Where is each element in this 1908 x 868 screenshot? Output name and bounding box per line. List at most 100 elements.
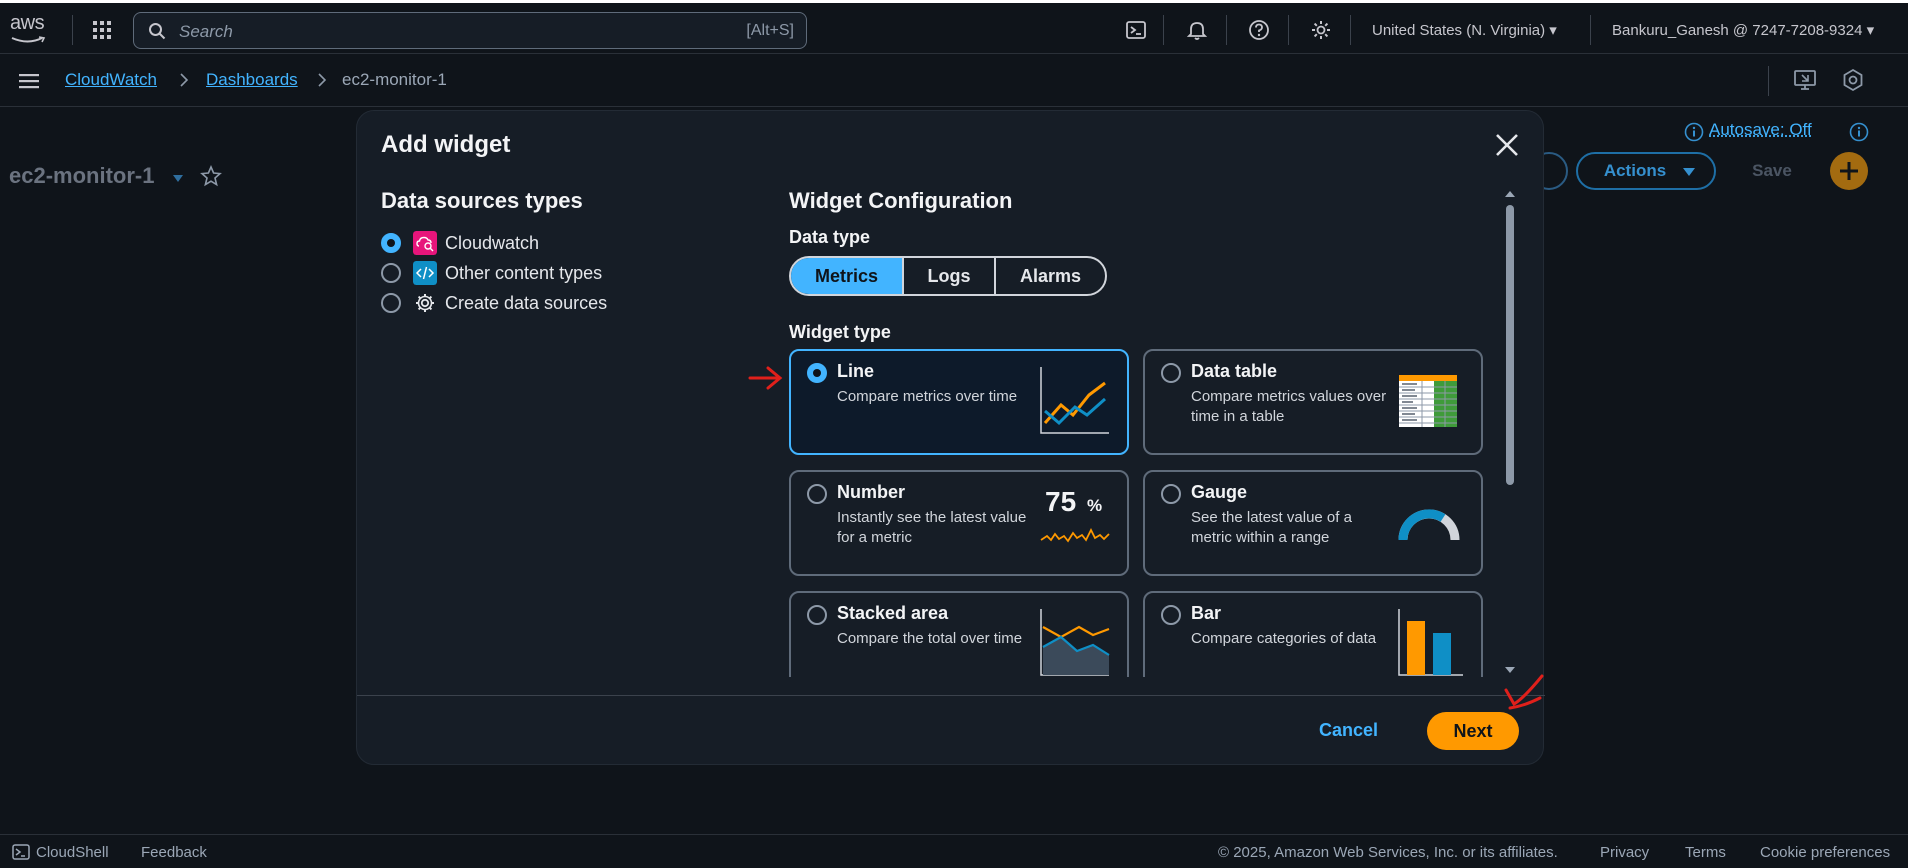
data-sources-title: Data sources types [381, 188, 583, 213]
chevron-right-icon [318, 73, 327, 87]
scrollbar[interactable] [1503, 187, 1517, 677]
divider [1226, 15, 1227, 45]
stacked-area-icon [1040, 609, 1110, 676]
widget-type-label: Widget type [789, 322, 891, 342]
add-widget-button[interactable] [1830, 152, 1868, 190]
region-selector[interactable]: United States (N. Virginia) ▾ [1372, 21, 1557, 39]
source-label: Cloudwatch [445, 232, 540, 253]
next-button[interactable]: Next [1427, 712, 1519, 750]
radio[interactable] [1161, 605, 1181, 625]
radio[interactable] [807, 484, 827, 504]
widget-card-number[interactable]: Number Instantly see the latest value fo… [789, 470, 1129, 576]
autosave-toggle[interactable]: Autosave: Off [1709, 120, 1812, 140]
segment-logs[interactable]: Logs [904, 258, 996, 294]
radio-selected[interactable] [807, 363, 827, 383]
data-type-segmented-control: Metrics Logs Alarms [789, 256, 1107, 296]
settings-hex-icon[interactable] [1841, 68, 1865, 92]
radio[interactable] [381, 263, 401, 283]
apps-grid-icon[interactable] [92, 20, 112, 40]
info-icon [1684, 122, 1704, 142]
feedback-link[interactable]: Feedback [141, 844, 207, 861]
modal-title: Add widget [381, 131, 511, 158]
help-icon[interactable] [1248, 19, 1270, 41]
divider [1163, 15, 1164, 45]
divider [1288, 15, 1289, 45]
cancel-button[interactable]: Cancel [1319, 720, 1378, 741]
aws-smile-icon [11, 36, 46, 43]
cloudshell-icon[interactable] [1125, 19, 1147, 41]
breadcrumb-dashboards[interactable]: Dashboards [206, 70, 298, 90]
source-option-other[interactable]: Other content types [381, 260, 602, 286]
segment-alarms[interactable]: Alarms [996, 258, 1105, 294]
radio[interactable] [381, 293, 401, 313]
close-icon[interactable] [1493, 131, 1521, 159]
menu-icon[interactable] [18, 71, 40, 91]
card-desc: Instantly see the latest value for a met… [837, 509, 1027, 546]
radio-selected[interactable] [381, 233, 401, 253]
cloudwatch-icon [413, 231, 437, 255]
screen-icon[interactable] [1793, 68, 1817, 92]
search-input[interactable]: Search [Alt+S] [133, 12, 807, 49]
gear-icon[interactable] [1310, 19, 1332, 41]
number-unit-text: % [1087, 496, 1103, 515]
annotation-checkmark-icon [1504, 674, 1544, 710]
gauge-icon [1398, 509, 1460, 541]
data-type-label: Data type [789, 227, 871, 247]
widget-card-line[interactable]: Line Compare metrics over time [789, 349, 1129, 455]
divider [1590, 15, 1591, 45]
terms-link[interactable]: Terms [1685, 844, 1726, 861]
caret-down-icon[interactable] [172, 173, 184, 183]
divider [1768, 66, 1769, 96]
widget-config-title: Widget Configuration [789, 188, 1013, 213]
source-option-create[interactable]: Create data sources [381, 290, 607, 316]
data-table-icon [1399, 375, 1457, 427]
actions-button[interactable]: Actions [1576, 152, 1716, 190]
code-icon [413, 261, 437, 285]
card-title: Stacked area [837, 603, 949, 623]
bell-icon[interactable] [1186, 19, 1208, 41]
card-title: Bar [1191, 603, 1222, 623]
widget-type-list: Line Compare metrics over time Data tabl… [789, 349, 1509, 677]
source-label: Create data sources [445, 292, 608, 313]
account-menu[interactable]: Bankuru_Ganesh @ 7247-7208-9324 ▾ [1612, 21, 1874, 39]
info-icon[interactable] [1849, 122, 1869, 142]
aws-logo[interactable]: aws [10, 13, 54, 45]
card-desc: Compare categories of data [1191, 630, 1377, 647]
radio[interactable] [807, 605, 827, 625]
favorite-star-icon[interactable] [200, 165, 222, 187]
card-desc: Compare metrics over time [837, 388, 1018, 405]
top-navigation: aws Search [Alt+S] United States (N. Vir… [0, 0, 1908, 54]
widget-card-bar[interactable]: Bar Compare categories of data [1143, 591, 1483, 677]
cloudshell-icon[interactable] [12, 843, 30, 861]
widget-card-stacked-area[interactable]: Stacked area Compare the total over time [789, 591, 1129, 677]
sparkline-icon [1040, 527, 1110, 543]
bar-chart-icon [1398, 609, 1463, 676]
modal-footer-divider [357, 695, 1545, 696]
source-option-cloudwatch[interactable]: Cloudwatch [381, 230, 539, 256]
radio[interactable] [1161, 484, 1181, 504]
widget-card-data-table[interactable]: Data table Compare metrics values over t… [1143, 349, 1483, 455]
footer-bar: CloudShell Feedback © 2025, Amazon Web S… [0, 834, 1908, 868]
radio[interactable] [1161, 363, 1181, 383]
save-button[interactable]: Save [1729, 152, 1815, 190]
widget-card-gauge[interactable]: Gauge See the latest value of a metric w… [1143, 470, 1483, 576]
divider [72, 15, 73, 45]
card-desc: Compare the total over time [837, 630, 1023, 647]
divider [1350, 15, 1351, 45]
card-title: Gauge [1191, 482, 1248, 502]
cookie-preferences-link[interactable]: Cookie preferences [1760, 844, 1890, 861]
copyright-text: © 2025, Amazon Web Services, Inc. or its… [1218, 844, 1558, 861]
segment-metrics[interactable]: Metrics [791, 258, 904, 294]
page-title: ec2-monitor-1 [9, 163, 155, 188]
privacy-link[interactable]: Privacy [1600, 844, 1649, 861]
cloudshell-link[interactable]: CloudShell [36, 844, 109, 861]
breadcrumb-cloudwatch[interactable]: CloudWatch [65, 70, 157, 90]
number-value-text: 75 [1045, 486, 1077, 517]
number-widget-graphic: 75 % [1039, 486, 1111, 556]
search-icon [149, 23, 166, 40]
card-desc: Compare metrics values over time in a ta… [1191, 388, 1387, 425]
annotation-arrow-icon [748, 366, 783, 390]
line-chart-icon [1040, 367, 1109, 434]
search-placeholder: Search [179, 22, 233, 41]
breadcrumb-current: ec2-monitor-1 [342, 70, 447, 89]
